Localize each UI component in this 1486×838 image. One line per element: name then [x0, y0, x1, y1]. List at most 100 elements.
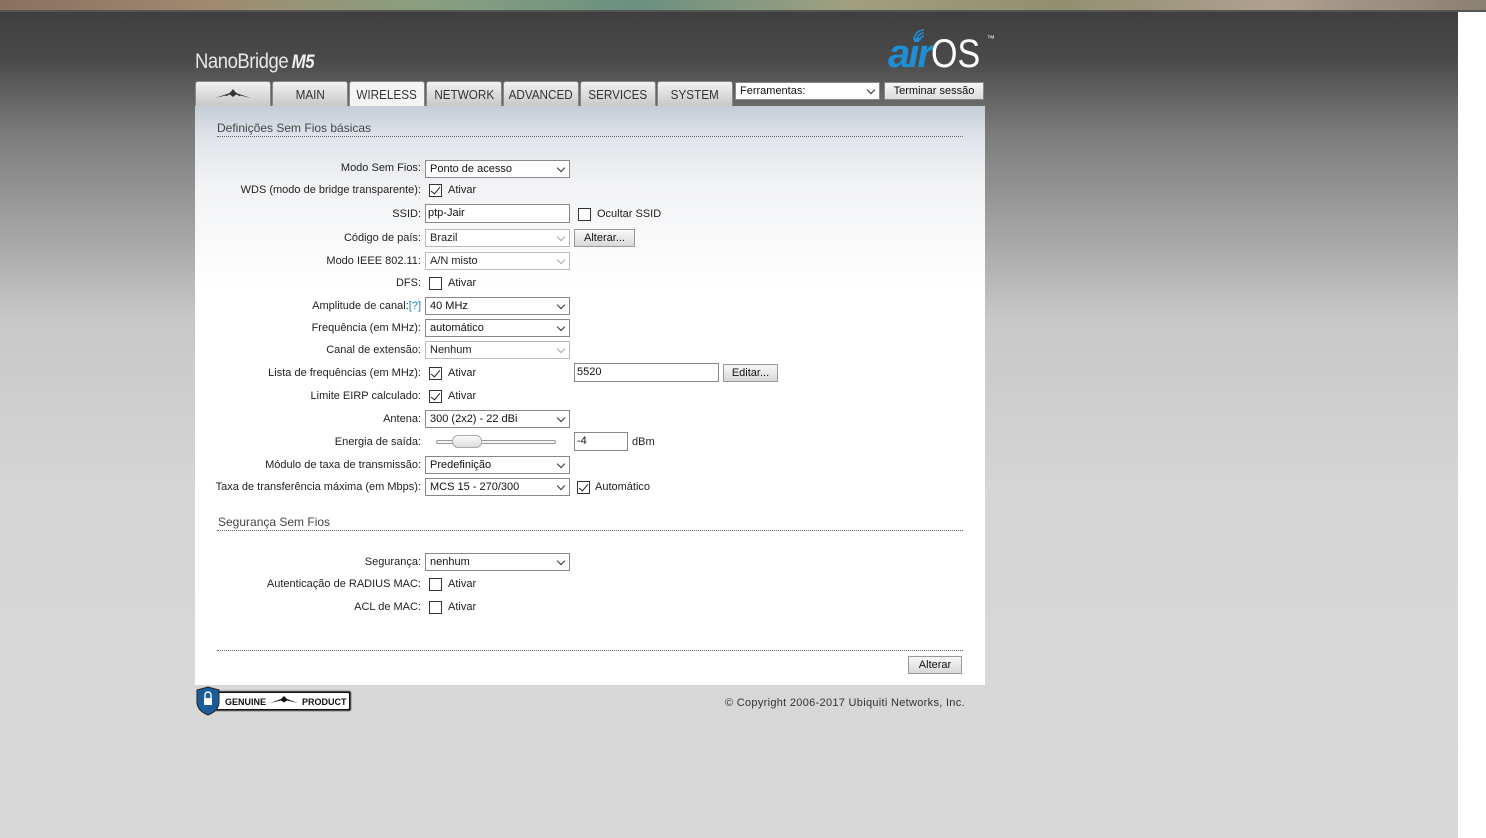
- wireless-mode-value: Ponto de acesso: [430, 163, 512, 175]
- channel-width-text: Amplitude de canal:: [312, 300, 409, 312]
- ssid-label: SSID:: [392, 208, 421, 220]
- channel-width-select[interactable]: 40 MHz: [425, 297, 570, 315]
- output-power-unit: dBm: [632, 436, 655, 448]
- tab-services[interactable]: SERVICES: [580, 81, 656, 106]
- rate-module-label: Módulo de taxa de transmissão:: [265, 459, 421, 471]
- channel-width-help-link[interactable]: [?]: [409, 300, 421, 312]
- radius-mac-label: Autenticação de RADIUS MAC:: [266, 578, 421, 590]
- acl-enable-label: Ativar: [448, 601, 477, 613]
- tab-advanced[interactable]: ADVANCED: [503, 81, 579, 106]
- browser-top-border: [0, 10, 1486, 12]
- logo-os: OS: [930, 32, 981, 76]
- footer-divider: [217, 650, 963, 651]
- tools-dropdown[interactable]: Ferramentas:: [735, 82, 880, 100]
- hide-ssid-checkbox[interactable]: [578, 208, 591, 221]
- radius-enable-label: Ativar: [448, 578, 477, 590]
- frequency-list-input[interactable]: 5520: [574, 363, 719, 382]
- country-label: Código de país:: [343, 232, 421, 244]
- frequency-select[interactable]: automático: [425, 319, 570, 337]
- basic-section-title: Definições Sem Fios básicas: [217, 121, 372, 135]
- security-section-divider: [217, 530, 963, 531]
- wifi-wave-icon: [913, 29, 925, 41]
- tab-network[interactable]: NETWORK: [426, 81, 502, 106]
- rate-module-value: Predefinição: [430, 459, 492, 471]
- tab-main[interactable]: MAIN: [272, 81, 348, 106]
- rate-module-select[interactable]: Predefinição: [425, 456, 570, 474]
- frequency-list-enable-label: Ativar: [448, 367, 477, 379]
- ieee-mode-select[interactable]: A/N misto: [425, 252, 570, 270]
- max-rate-label: Taxa de transferência máxima (em Mbps):: [215, 481, 421, 493]
- extension-channel-select[interactable]: Nenhum: [425, 341, 570, 359]
- output-power-label: Energia de saída:: [334, 436, 421, 448]
- device-brand: NanoBridge M5: [195, 50, 315, 74]
- security-value: nenhum: [430, 556, 470, 568]
- brand-name: NanoBridge: [195, 50, 289, 73]
- security-label: Segurança:: [364, 556, 421, 568]
- output-power-input[interactable]: -4: [574, 432, 628, 451]
- basic-section-divider: [217, 136, 963, 137]
- chevron-down-icon: [556, 344, 566, 354]
- extension-channel-label: Canal de extensão:: [326, 344, 421, 356]
- wireless-mode-select[interactable]: Ponto de acesso: [425, 160, 570, 178]
- frequency-value: automático: [430, 322, 484, 334]
- eirp-limit-label: Limite EIRP calculado:: [310, 390, 421, 402]
- extension-channel-value: Nenhum: [430, 344, 472, 356]
- country-select[interactable]: Brazil: [425, 229, 570, 247]
- chevron-down-icon: [866, 85, 876, 95]
- security-section-title: Segurança Sem Fios: [218, 515, 331, 529]
- wds-checkbox[interactable]: [429, 184, 442, 197]
- tab-network-label: NETWORK: [434, 86, 494, 102]
- chevron-down-icon: [556, 413, 566, 423]
- mac-acl-label: ACL de MAC:: [354, 601, 421, 613]
- apply-button[interactable]: Alterar: [908, 656, 962, 674]
- genuine-text: GENUINE: [225, 697, 266, 707]
- radius-mac-checkbox[interactable]: [429, 578, 442, 591]
- country-value: Brazil: [430, 232, 458, 244]
- dfs-enable-label: Ativar: [448, 277, 477, 289]
- frequency-list-checkbox[interactable]: [429, 367, 442, 380]
- hide-ssid-label: Ocultar SSID: [597, 208, 662, 220]
- dfs-checkbox[interactable]: [429, 277, 442, 290]
- wireless-mode-label: Modo Sem Fios:: [340, 162, 421, 174]
- copyright-text: © Copyright 2006-2017 Ubiquiti Networks,…: [725, 697, 965, 709]
- ubiquiti-logo-icon: [215, 89, 251, 98]
- tab-wireless[interactable]: WIRELESS: [349, 81, 425, 107]
- logout-button[interactable]: Terminar sessão: [884, 82, 984, 100]
- genuine-product-badge: GENUINE PRODUCT: [196, 686, 352, 716]
- security-select[interactable]: nenhum: [425, 553, 570, 571]
- edit-frequency-list-button[interactable]: Editar...: [723, 364, 778, 382]
- eirp-limit-checkbox[interactable]: [429, 390, 442, 403]
- output-power-slider-thumb[interactable]: [452, 435, 482, 448]
- eirp-enable-label: Ativar: [448, 390, 477, 402]
- frequency-list-label: Lista de frequências (em MHz):: [268, 367, 421, 379]
- brand-model: M5: [291, 52, 315, 73]
- antenna-value: 300 (2x2) - 22 dBi: [430, 413, 518, 425]
- chevron-down-icon: [556, 556, 566, 566]
- mac-acl-checkbox[interactable]: [429, 601, 442, 614]
- channel-width-value: 40 MHz: [430, 300, 468, 312]
- browser-top-strip: [0, 0, 1486, 10]
- main-tabs: MAIN WIRELESS NETWORK ADVANCED SERVICES …: [195, 81, 734, 107]
- chevron-down-icon: [556, 459, 566, 469]
- antenna-select[interactable]: 300 (2x2) - 22 dBi: [425, 410, 570, 428]
- ssid-input[interactable]: ptp-Jair: [425, 204, 570, 223]
- tools-dropdown-value: Ferramentas:: [740, 85, 806, 97]
- auto-rate-checkbox[interactable]: [577, 481, 590, 494]
- wds-enable-label: Ativar: [448, 184, 477, 196]
- tab-ubiquiti-logo[interactable]: [195, 81, 271, 106]
- chevron-down-icon: [556, 163, 566, 173]
- chevron-down-icon: [556, 481, 566, 491]
- ieee-mode-value: A/N misto: [430, 255, 478, 267]
- chevron-down-icon: [556, 232, 566, 242]
- airos-logo: air OS ™: [888, 29, 995, 76]
- tab-system-label: SYSTEM: [670, 86, 720, 102]
- chevron-down-icon: [556, 322, 566, 332]
- tab-main-label: MAIN: [295, 86, 325, 102]
- wireless-settings-panel: Definições Sem Fios básicas Modo Sem Fio…: [195, 106, 985, 685]
- change-country-button[interactable]: Alterar...: [574, 229, 635, 247]
- chevron-down-icon: [556, 255, 566, 265]
- auto-rate-label: Automático: [595, 481, 651, 493]
- tab-system[interactable]: SYSTEM: [657, 81, 733, 106]
- max-rate-select[interactable]: MCS 15 - 270/300: [425, 478, 570, 496]
- logo-tm: ™: [986, 34, 995, 43]
